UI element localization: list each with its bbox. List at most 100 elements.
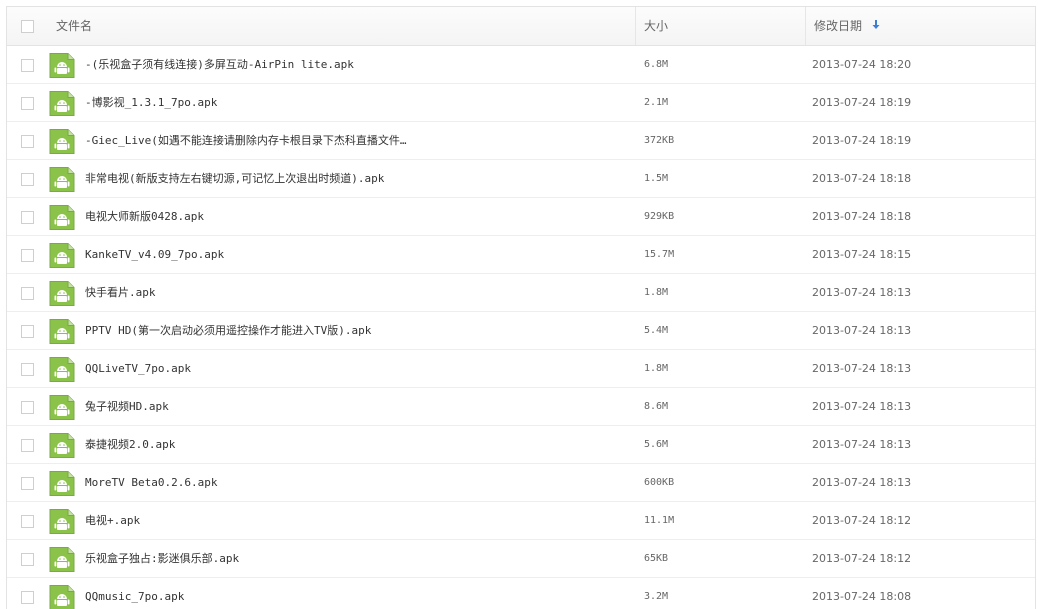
- row-checkbox[interactable]: [21, 249, 34, 262]
- file-size: 5.6M: [644, 439, 669, 450]
- column-header-size[interactable]: 大小: [635, 7, 806, 45]
- android-apk-file-icon: [49, 319, 75, 344]
- row-checkbox[interactable]: [21, 97, 34, 110]
- file-name-link[interactable]: 非常电视(新版支持左右键切源,可记忆上次退出时频道).apk: [85, 160, 384, 198]
- column-header-size-label: 大小: [644, 19, 669, 33]
- file-name-link[interactable]: -(乐视盒子须有线连接)多屏互动-AirPin lite.apk: [85, 46, 354, 84]
- android-apk-file-icon: [49, 167, 75, 192]
- file-modified-date: 2013-07-24 18:13: [812, 438, 912, 451]
- column-header-date[interactable]: 修改日期: [805, 7, 1035, 46]
- file-size: 1.8M: [644, 287, 669, 298]
- table-row[interactable]: -Giec_Live(如遇不能连接请删除内存卡根目录下杰科直播文件… 372KB…: [7, 122, 1035, 160]
- android-apk-file-icon: [49, 395, 75, 420]
- file-size: 15.7M: [644, 249, 675, 260]
- column-header-name[interactable]: 文件名: [48, 7, 636, 45]
- row-checkbox[interactable]: [21, 287, 34, 300]
- table-row[interactable]: QQmusic_7po.apk 3.2M 2013-07-24 18:08: [7, 578, 1035, 609]
- row-checkbox[interactable]: [21, 591, 34, 604]
- file-size: 65KB: [644, 553, 669, 564]
- file-size: 11.1M: [644, 515, 675, 526]
- file-name-link[interactable]: 兔子视频HD.apk: [85, 388, 169, 426]
- table-row[interactable]: 泰捷视频2.0.apk 5.6M 2013-07-24 18:13: [7, 426, 1035, 464]
- file-name-link[interactable]: -Giec_Live(如遇不能连接请删除内存卡根目录下杰科直播文件…: [85, 122, 406, 160]
- table-row[interactable]: 电视+.apk 11.1M 2013-07-24 18:12: [7, 502, 1035, 540]
- file-rows: -(乐视盒子须有线连接)多屏互动-AirPin lite.apk 6.8M 20…: [7, 46, 1035, 609]
- row-checkbox[interactable]: [21, 325, 34, 338]
- row-checkbox[interactable]: [21, 59, 34, 72]
- file-size: 1.8M: [644, 363, 669, 374]
- file-modified-date: 2013-07-24 18:19: [812, 96, 912, 109]
- table-row[interactable]: 乐视盒子独占:影迷俱乐部.apk 65KB 2013-07-24 18:12: [7, 540, 1035, 578]
- table-row[interactable]: 电视大师新版0428.apk 929KB 2013-07-24 18:18: [7, 198, 1035, 236]
- android-apk-file-icon: [49, 91, 75, 116]
- select-all-checkbox[interactable]: [21, 20, 34, 33]
- android-apk-file-icon: [49, 585, 75, 609]
- table-row[interactable]: QQLiveTV_7po.apk 1.8M 2013-07-24 18:13: [7, 350, 1035, 388]
- android-apk-file-icon: [49, 471, 75, 496]
- file-name-link[interactable]: 乐视盒子独占:影迷俱乐部.apk: [85, 540, 239, 578]
- row-checkbox[interactable]: [21, 401, 34, 414]
- file-modified-date: 2013-07-24 18:20: [812, 58, 912, 71]
- list-header: 文件名 大小 修改日期: [7, 7, 1035, 46]
- file-modified-date: 2013-07-24 18:13: [812, 476, 912, 489]
- file-name-link[interactable]: -博影视_1.3.1_7po.apk: [85, 84, 217, 122]
- android-apk-file-icon: [49, 357, 75, 382]
- file-size: 3.2M: [644, 591, 669, 602]
- android-apk-file-icon: [49, 547, 75, 572]
- row-checkbox[interactable]: [21, 173, 34, 186]
- file-list: 文件名 大小 修改日期 -(乐视盒子须有线连接)多屏互动-AirPin lite…: [6, 6, 1036, 609]
- android-apk-file-icon: [49, 243, 75, 268]
- file-size: 2.1M: [644, 97, 669, 108]
- row-checkbox[interactable]: [21, 211, 34, 224]
- file-name-link[interactable]: QQLiveTV_7po.apk: [85, 350, 191, 388]
- file-modified-date: 2013-07-24 18:15: [812, 248, 912, 261]
- android-apk-file-icon: [49, 129, 75, 154]
- file-size: 6.8M: [644, 59, 669, 70]
- file-size: 929KB: [644, 211, 675, 222]
- file-name-link[interactable]: KankeTV_v4.09_7po.apk: [85, 236, 224, 274]
- row-checkbox[interactable]: [21, 439, 34, 452]
- file-size: 600KB: [644, 477, 675, 488]
- file-size: 1.5M: [644, 173, 669, 184]
- file-modified-date: 2013-07-24 18:08: [812, 590, 912, 603]
- file-name-link[interactable]: QQmusic_7po.apk: [85, 578, 184, 609]
- arrow-down-icon[interactable]: [872, 8, 880, 46]
- file-size: 8.6M: [644, 401, 669, 412]
- row-checkbox[interactable]: [21, 515, 34, 528]
- table-row[interactable]: -(乐视盒子须有线连接)多屏互动-AirPin lite.apk 6.8M 20…: [7, 46, 1035, 84]
- file-modified-date: 2013-07-24 18:18: [812, 210, 912, 223]
- android-apk-file-icon: [49, 509, 75, 534]
- android-apk-file-icon: [49, 205, 75, 230]
- column-header-name-label: 文件名: [56, 19, 93, 33]
- table-row[interactable]: 兔子视频HD.apk 8.6M 2013-07-24 18:13: [7, 388, 1035, 426]
- file-name-link[interactable]: PPTV HD(第一次启动必须用遥控操作才能进入TV版).apk: [85, 312, 371, 350]
- android-apk-file-icon: [49, 53, 75, 78]
- android-apk-file-icon: [49, 281, 75, 306]
- android-apk-file-icon: [49, 433, 75, 458]
- column-header-date-label: 修改日期: [814, 19, 863, 33]
- row-checkbox[interactable]: [21, 135, 34, 148]
- file-modified-date: 2013-07-24 18:18: [812, 172, 912, 185]
- table-row[interactable]: PPTV HD(第一次启动必须用遥控操作才能进入TV版).apk 5.4M 20…: [7, 312, 1035, 350]
- file-modified-date: 2013-07-24 18:13: [812, 362, 912, 375]
- table-row[interactable]: 非常电视(新版支持左右键切源,可记忆上次退出时频道).apk 1.5M 2013…: [7, 160, 1035, 198]
- file-modified-date: 2013-07-24 18:12: [812, 552, 912, 565]
- table-row[interactable]: KankeTV_v4.09_7po.apk 15.7M 2013-07-24 1…: [7, 236, 1035, 274]
- file-name-link[interactable]: MoreTV Beta0.2.6.apk: [85, 464, 217, 502]
- file-modified-date: 2013-07-24 18:19: [812, 134, 912, 147]
- file-size: 5.4M: [644, 325, 669, 336]
- row-checkbox[interactable]: [21, 363, 34, 376]
- file-modified-date: 2013-07-24 18:13: [812, 400, 912, 413]
- row-checkbox[interactable]: [21, 553, 34, 566]
- table-row[interactable]: MoreTV Beta0.2.6.apk 600KB 2013-07-24 18…: [7, 464, 1035, 502]
- file-size: 372KB: [644, 135, 675, 146]
- table-row[interactable]: -博影视_1.3.1_7po.apk 2.1M 2013-07-24 18:19: [7, 84, 1035, 122]
- file-name-link[interactable]: 快手看片.apk: [85, 274, 156, 312]
- row-checkbox[interactable]: [21, 477, 34, 490]
- table-row[interactable]: 快手看片.apk 1.8M 2013-07-24 18:13: [7, 274, 1035, 312]
- file-name-link[interactable]: 电视大师新版0428.apk: [85, 198, 204, 236]
- file-name-link[interactable]: 泰捷视频2.0.apk: [85, 426, 175, 464]
- file-modified-date: 2013-07-24 18:13: [812, 324, 912, 337]
- file-name-link[interactable]: 电视+.apk: [85, 502, 140, 540]
- file-modified-date: 2013-07-24 18:12: [812, 514, 912, 527]
